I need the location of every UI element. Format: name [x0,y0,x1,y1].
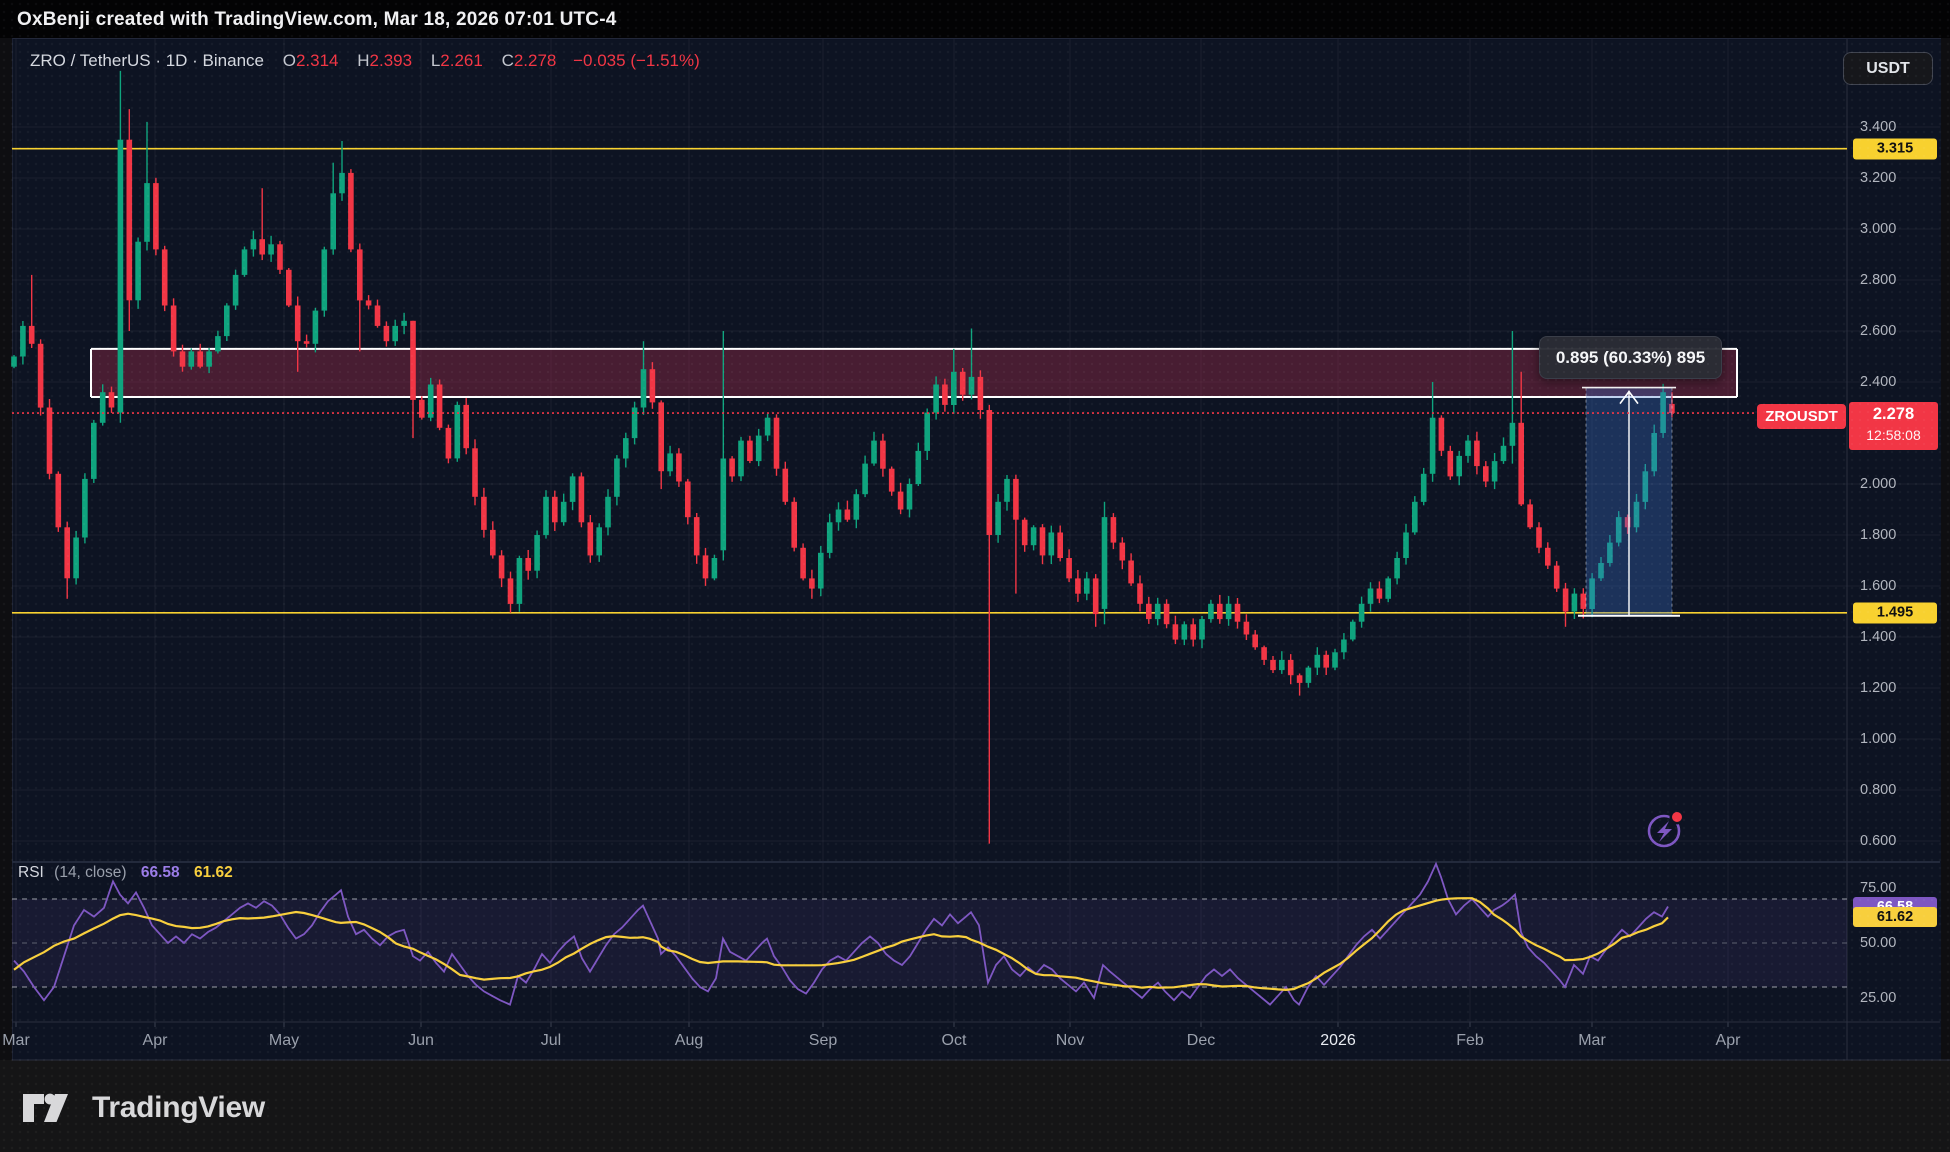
high-value: 2.393 [370,51,413,70]
price-tick: 0.800 [1860,782,1940,798]
price-tick: 0.600 [1860,833,1940,849]
symbol-header: ZRO / TetherUS · 1D · Binance O2.314 H2.… [30,51,700,71]
rsi-title: RSI [18,864,44,881]
price-tick: 2.000 [1860,476,1940,492]
level-price-label: 3.315 [1853,138,1937,159]
rsi-tick: 25.00 [1860,990,1940,1006]
symbol-price-tag: ZROUSDT [1757,404,1846,429]
time-tick: Jun [408,1032,434,1050]
supply-zone[interactable] [91,349,1737,397]
time-tick: May [269,1032,299,1050]
currency-toggle-button[interactable]: USDT [1843,52,1933,85]
rsi-band [12,899,1847,987]
time-tick: Jul [541,1032,561,1050]
time-tick: 2026 [1320,1032,1356,1050]
rsi-tick: 50.00 [1860,935,1940,951]
high-label: H [357,51,369,70]
low-value: 2.261 [440,51,483,70]
tradingview-logo[interactable]: TradingView [22,1090,265,1126]
price-tick: 1.600 [1860,578,1940,594]
time-tick: Mar [2,1032,30,1050]
time-tick: Nov [1056,1032,1084,1050]
time-tick: Feb [1456,1032,1484,1050]
bar-countdown: 12:58:08 [1849,426,1938,444]
time-tick: Sep [809,1032,837,1050]
rsi-tick: 75.00 [1860,880,1940,896]
rsi-ma-value: 61.62 [194,864,233,881]
price-tick: 3.200 [1860,170,1940,186]
price-tick: 1.000 [1860,731,1940,747]
rsi-value: 66.58 [141,864,180,881]
tradingview-logo-text: TradingView [92,1091,265,1125]
time-tick: Apr [143,1032,168,1050]
time-tick: Mar [1578,1032,1606,1050]
open-label: O [283,51,296,70]
open-value: 2.314 [296,51,339,70]
price-tick: 2.800 [1860,272,1940,288]
price-tick: 1.800 [1860,527,1940,543]
time-tick: Oct [942,1032,967,1050]
last-price-label: 2.278 12:58:08 [1849,402,1938,450]
last-price-value: 2.278 [1849,402,1938,426]
close-value: 2.278 [514,51,557,70]
level-price-label: 1.495 [1853,602,1937,623]
price-tick: 3.000 [1860,221,1940,237]
price-tick: 2.600 [1860,323,1940,339]
price-tick: 3.400 [1860,119,1940,135]
measurement-tooltip: 0.895 (60.33%) 895 [1539,336,1722,379]
page: OxBenji created with TradingView.com, Ma… [0,0,1950,1152]
time-tick: Dec [1187,1032,1215,1050]
price-tick: 1.200 [1860,680,1940,696]
candlestick-chart[interactable] [0,0,1950,1152]
price-range-measurement[interactable] [1578,388,1680,616]
symbol-title[interactable]: ZRO / TetherUS · 1D · Binance [30,51,264,70]
price-tick: 2.400 [1860,374,1940,390]
rsi-params: (14, close) [54,864,126,881]
price-tick: 1.400 [1860,629,1940,645]
close-label: C [502,51,514,70]
low-label: L [431,51,440,70]
notification-dot [1672,812,1682,822]
time-tick: Apr [1716,1032,1741,1050]
time-tick: Aug [675,1032,703,1050]
rsi-ma-axis-label: 61.62 [1853,907,1937,927]
candles [11,71,1675,844]
rsi-legend[interactable]: RSI (14, close) 66.58 61.62 [18,864,233,882]
tradingview-logo-mark [22,1090,80,1126]
change-value: −0.035 (−1.51%) [573,51,700,70]
